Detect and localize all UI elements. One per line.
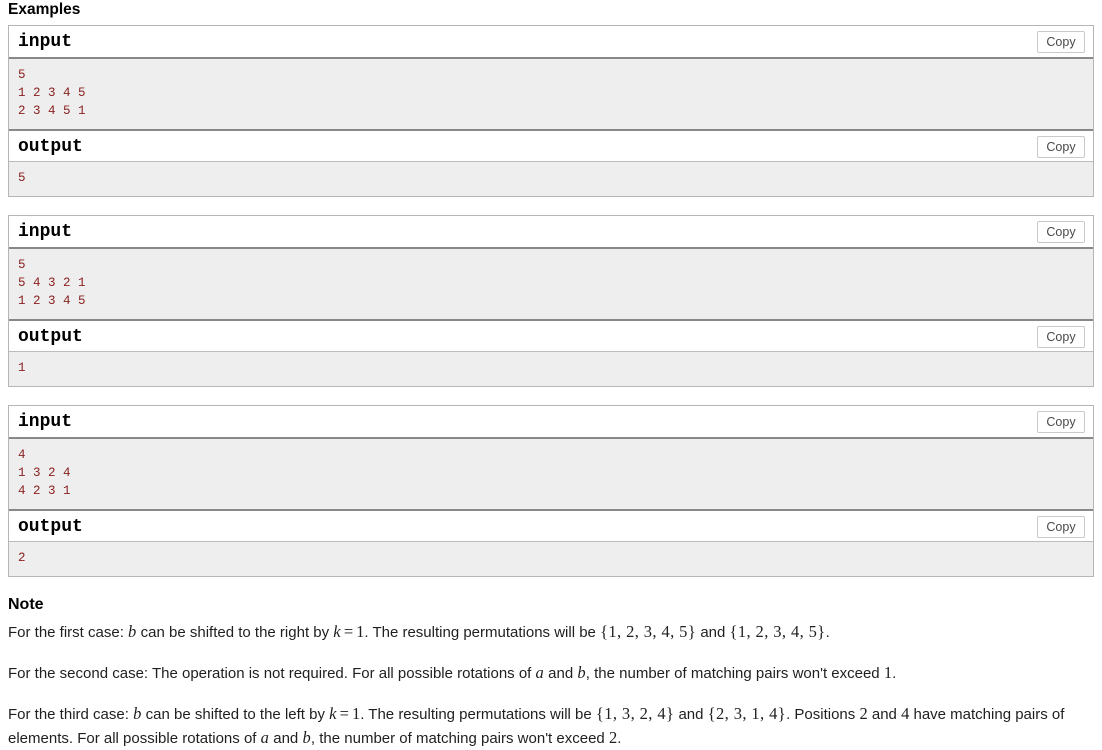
input-label-1: input <box>18 32 73 52</box>
output-data-1: 5 <box>9 162 1093 196</box>
output-label-3: output <box>18 517 83 537</box>
note-3-math-b2: b <box>302 728 311 747</box>
note-3-set-1: {1, 3, 2, 4} <box>595 704 675 723</box>
note-3-math-1: 1 <box>351 704 361 723</box>
sample-tests-container: input Copy 5 1 2 3 4 5 2 3 4 5 1 output … <box>0 25 1102 577</box>
copy-output-button-1[interactable]: Copy <box>1037 136 1085 158</box>
output-data-3: 2 <box>9 542 1093 576</box>
note-2-math-b: b <box>577 663 586 682</box>
note-paragraph-3: For the third case: b can be shifted to … <box>8 702 1094 750</box>
note-2-math-1: 1 <box>883 663 893 682</box>
note-3-text-6: and <box>867 706 902 723</box>
note-2-text-2: and <box>543 665 578 682</box>
sample-test-2: input Copy 5 5 4 3 2 1 1 2 3 4 5 output … <box>8 215 1094 387</box>
copy-input-button-2[interactable]: Copy <box>1037 221 1085 243</box>
note-3-text-10: . <box>617 730 622 747</box>
examples-heading: Examples <box>8 1 81 18</box>
note-1-text-1: For the first case: <box>8 624 129 641</box>
note-2-text-3: , the number of matching pairs won't exc… <box>585 665 884 682</box>
note-3-text-2: can be shifted to the left by <box>141 706 330 723</box>
note-3-equals: = <box>339 704 349 723</box>
output-data-2: 1 <box>9 352 1093 386</box>
note-1-text-2: can be shifted to the right by <box>136 624 334 641</box>
output-title-3: output Copy <box>9 509 1093 542</box>
input-title-3: input Copy <box>9 406 1093 439</box>
sample-test-3: input Copy 4 1 3 2 4 4 2 3 1 output Copy… <box>8 405 1094 577</box>
input-label-3: input <box>18 412 73 432</box>
note-3-math-2: 2 <box>859 704 868 723</box>
input-title-2: input Copy <box>9 216 1093 249</box>
note-3-text-8: and <box>269 730 303 747</box>
note-3-math-2b: 2 <box>608 728 618 747</box>
note-1-math-k: k <box>333 622 341 641</box>
note-1-equals: = <box>343 622 354 641</box>
note-2-text-1: For the second case: The operation is no… <box>8 665 536 682</box>
output-label-2: output <box>18 327 83 347</box>
note-3-set-2: {2, 3, 1, 4} <box>707 704 787 723</box>
output-label-1: output <box>18 137 83 157</box>
copy-output-button-2[interactable]: Copy <box>1037 326 1085 348</box>
problem-statement-page: Examples input Copy 5 1 2 3 4 5 2 3 4 5 … <box>0 0 1102 750</box>
input-label-2: input <box>18 222 73 242</box>
note-3-text-5: . Positions <box>786 706 860 723</box>
note-1-math-b: b <box>128 622 137 641</box>
note-3-text-4: and <box>674 706 708 723</box>
note-2-math-a: a <box>535 663 544 682</box>
copy-output-button-3[interactable]: Copy <box>1037 516 1085 538</box>
note-3-text-9: , the number of matching pairs won't exc… <box>310 730 609 747</box>
note-1-set-2: {1, 2, 3, 4, 5} <box>729 622 826 641</box>
note-2-text-4: . <box>892 665 897 682</box>
input-data-3: 4 1 3 2 4 4 2 3 1 <box>9 439 1093 509</box>
input-data-2: 5 5 4 3 2 1 1 2 3 4 5 <box>9 249 1093 319</box>
note-3-math-a: a <box>260 728 270 747</box>
copy-input-button-1[interactable]: Copy <box>1037 31 1085 53</box>
input-title-1: input Copy <box>9 26 1093 59</box>
note-1-set-1: {1, 2, 3, 4, 5} <box>600 622 697 641</box>
output-title-2: output Copy <box>9 319 1093 352</box>
note-3-math-b: b <box>133 704 142 723</box>
copy-input-button-3[interactable]: Copy <box>1037 411 1085 433</box>
sample-test-1: input Copy 5 1 2 3 4 5 2 3 4 5 1 output … <box>8 25 1094 197</box>
note-3-math-k: k <box>329 704 337 723</box>
note-paragraph-2: For the second case: The operation is no… <box>8 661 1094 685</box>
note-1-text-4: and <box>696 624 730 641</box>
note-heading: Note <box>8 596 44 613</box>
output-title-1: output Copy <box>9 129 1093 162</box>
input-data-1: 5 1 2 3 4 5 2 3 4 5 1 <box>9 59 1093 129</box>
note-1-text-3: . The resulting permutations will be <box>364 624 601 641</box>
note-1-text-5: . <box>825 624 830 641</box>
note-3-text-1: For the third case: <box>8 706 134 723</box>
note-3-text-3: . The resulting permutations will be <box>360 706 596 723</box>
note-section: For the first case: b can be shifted to … <box>0 620 1102 750</box>
note-paragraph-1: For the first case: b can be shifted to … <box>8 620 1094 644</box>
